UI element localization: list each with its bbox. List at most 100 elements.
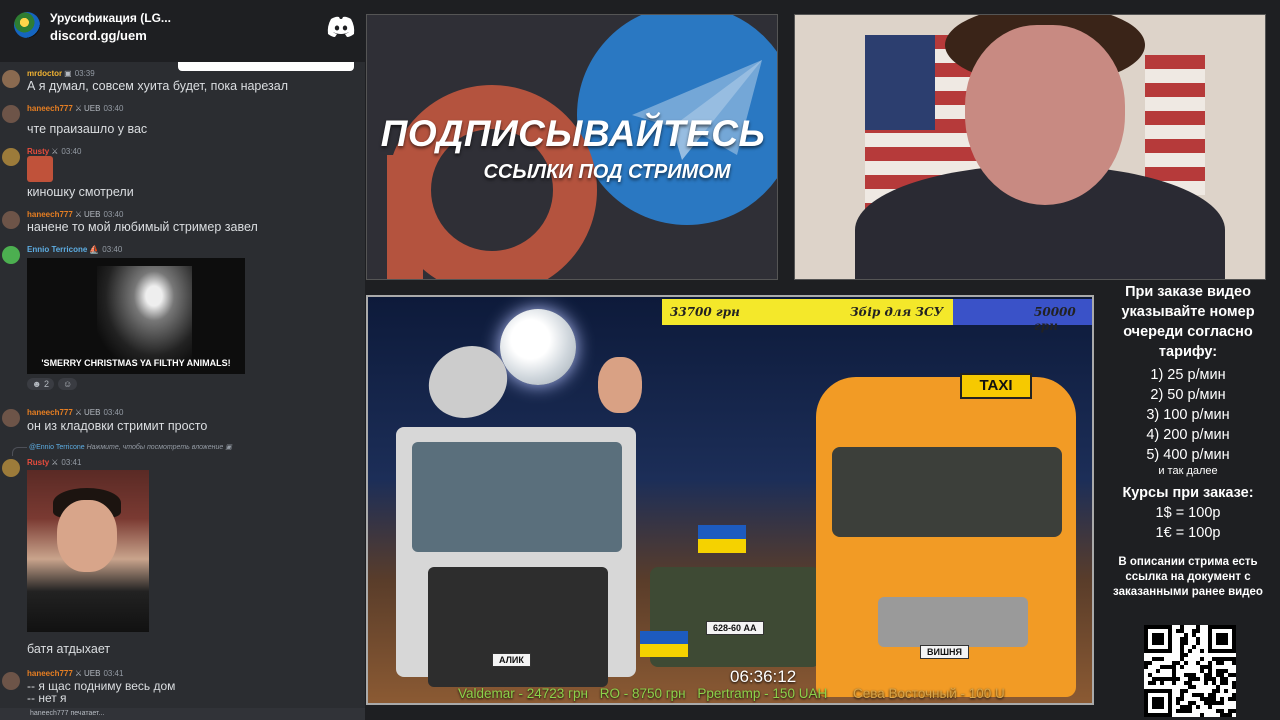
- timestamp: 03:40: [102, 245, 123, 254]
- streamer-head: [965, 25, 1125, 205]
- discord-logo-icon: [327, 16, 355, 37]
- rate-item: 1€ = 100р: [1155, 525, 1221, 541]
- rates-title: Курсы при заказе:: [1122, 485, 1254, 501]
- server-icon: [14, 12, 40, 38]
- server-header[interactable]: Урусификация (LG... discord.gg/uem: [0, 0, 365, 62]
- donation-ticker: Valdemar - 24723 грн RO - 8750 грн Ppert…: [368, 686, 1092, 703]
- taxi-sign: TAXI: [960, 373, 1032, 399]
- sword-icon: ⚔: [51, 147, 59, 156]
- add-reaction-icon[interactable]: ☺: [58, 378, 78, 390]
- message-meta: mrdoctor ▣ 03:39: [27, 69, 95, 78]
- username[interactable]: haneech777: [27, 104, 73, 113]
- emoji-sticker: [27, 156, 53, 182]
- message-text: киношку смотрели: [27, 185, 134, 199]
- us-flag-canton: [865, 35, 935, 130]
- message-text: батя атдыхает: [27, 642, 111, 656]
- avatar: [2, 211, 20, 229]
- left-truck-window: [412, 442, 622, 552]
- boat-icon: ⛵: [89, 245, 100, 254]
- reply-connector: [12, 447, 27, 456]
- avatar: [2, 148, 20, 166]
- ticker-item: Valdemar - 24723 грн: [458, 686, 588, 701]
- ticker-item: Сева Восточный - 100 U: [852, 686, 1005, 701]
- patreon-bar: [387, 155, 423, 279]
- avatar: [2, 459, 20, 477]
- ticker-item: RO - 8750 грн: [599, 686, 686, 701]
- us-flag-right: [1145, 55, 1205, 195]
- tariff-item: 3) 100 р/мин: [1146, 407, 1230, 423]
- message-meta: Rusty ⚔ 03:41: [27, 458, 81, 467]
- order-info-panel: При заказе видео указывайте номер очеред…: [1096, 282, 1280, 720]
- goal-current: 33700 грн: [670, 305, 740, 319]
- banner-subtitle: ССЫЛКИ ПОД СТРИМОМ: [483, 161, 731, 183]
- sword-icon: ⚔: [74, 669, 82, 678]
- username[interactable]: haneech777: [27, 669, 73, 678]
- moon: [500, 309, 576, 385]
- timestamp: 03:40: [103, 210, 124, 219]
- username[interactable]: Ennio Terricone: [27, 245, 87, 254]
- header-bar: [178, 62, 354, 71]
- user-badge: UEB: [83, 669, 101, 678]
- plate-tank: 628-60 АА: [706, 621, 764, 635]
- ukraine-flag-small: [640, 631, 688, 657]
- username[interactable]: haneech777: [27, 408, 73, 417]
- banner-title: ПОДПИСЫВАЙТЕСЬ: [380, 113, 766, 154]
- subscribe-banner: ПОДПИСЫВАЙТЕСЬ ССЫЛКИ ПОД СТРИМОМ: [366, 14, 778, 280]
- sword-icon: ⚔: [74, 210, 82, 219]
- message-text-line2: -- нет я: [27, 691, 67, 705]
- image-icon: ▣: [225, 444, 232, 451]
- username[interactable]: haneech777: [27, 210, 73, 219]
- tariff-item: 2) 50 р/мин: [1150, 387, 1226, 403]
- avatar: [2, 409, 20, 427]
- image-face: [57, 500, 117, 572]
- sword-icon: ⚔: [74, 104, 82, 113]
- message-meta: haneech777 ⚔ UEB 03:41: [27, 669, 123, 678]
- floating-head: [598, 357, 642, 413]
- tariff-etc: и так далее: [1158, 465, 1218, 477]
- tariff-list: 1) 25 р/мин 2) 50 р/мин 3) 100 р/мин 4) …: [1096, 365, 1280, 465]
- message-meta: haneech777 ⚔ UEB 03:40: [27, 408, 123, 417]
- user-badge: UEB: [83, 210, 101, 219]
- timestamp: 03:39: [74, 69, 95, 78]
- rates-list: 1$ = 100р 1€ = 100р: [1096, 503, 1280, 543]
- timestamp: 03:40: [103, 408, 124, 417]
- reactions: ☻ 2 ☺: [27, 378, 81, 390]
- message-meta: haneech777 ⚔ UEB 03:40: [27, 104, 123, 113]
- message-meta: Rusty ⚔ 03:40: [27, 147, 81, 156]
- typing-indicator: haneech777 печатает...: [0, 708, 365, 720]
- stream-scene: TAXI 33700 грн Збір для ЗСУ 50000 грн АЛ…: [366, 295, 1094, 705]
- tariff-item: 5) 400 р/мин: [1146, 447, 1230, 463]
- message-meta: Ennio Terricone ⛵ 03:40: [27, 245, 122, 254]
- server-invite-link[interactable]: discord.gg/uem: [50, 28, 147, 43]
- message-text: нанене то мой любимый стример завел: [27, 220, 258, 234]
- discord-chat-overlay: Урусификация (LG... discord.gg/uem mrdoc…: [0, 0, 365, 720]
- plate-van: ВИШНЯ: [920, 645, 969, 659]
- rate-item: 1$ = 100р: [1155, 505, 1221, 521]
- gif-embed[interactable]: 'SMERRY CHRISTMAS YA FILTHY ANIMALS!: [27, 258, 245, 374]
- ticker-item: Ppertramp - 150 UAH: [697, 686, 828, 701]
- avatar: [2, 70, 20, 88]
- info-title: При заказе видео указывайте номер очеред…: [1121, 284, 1255, 360]
- stream-timer: 06:36:12: [730, 667, 797, 686]
- avatar: [2, 105, 20, 123]
- webcam-feed: [794, 14, 1266, 280]
- taxi-van-grille: [878, 597, 1028, 647]
- username[interactable]: Rusty: [27, 147, 49, 156]
- goal-label: Збір для ЗСУ: [850, 305, 944, 319]
- message-text: чте праизашло у вас: [27, 122, 148, 136]
- tariff-item: 1) 25 р/мин: [1150, 367, 1226, 383]
- user-badge: UEB: [83, 104, 101, 113]
- plate-left-truck: АЛИК: [492, 653, 531, 667]
- message-text: А я думал, совсем хуита будет, пока наре…: [27, 79, 289, 93]
- reaction-button[interactable]: ☻ 2: [27, 378, 55, 390]
- username[interactable]: Rusty: [27, 458, 49, 467]
- timestamp: 03:40: [61, 147, 82, 156]
- message-meta: haneech777 ⚔ UEB 03:40: [27, 210, 123, 219]
- reply-preview[interactable]: @Ennio Terricone Нажмите, чтобы посмотре…: [29, 443, 232, 451]
- image-embed[interactable]: [27, 470, 149, 632]
- tariff-item: 4) 200 р/мин: [1146, 427, 1230, 443]
- username[interactable]: mrdoctor: [27, 69, 62, 78]
- reply-username: @Ennio Terricone: [29, 444, 85, 451]
- taxi-van-window: [832, 447, 1062, 537]
- reaction-count: 2: [44, 379, 50, 389]
